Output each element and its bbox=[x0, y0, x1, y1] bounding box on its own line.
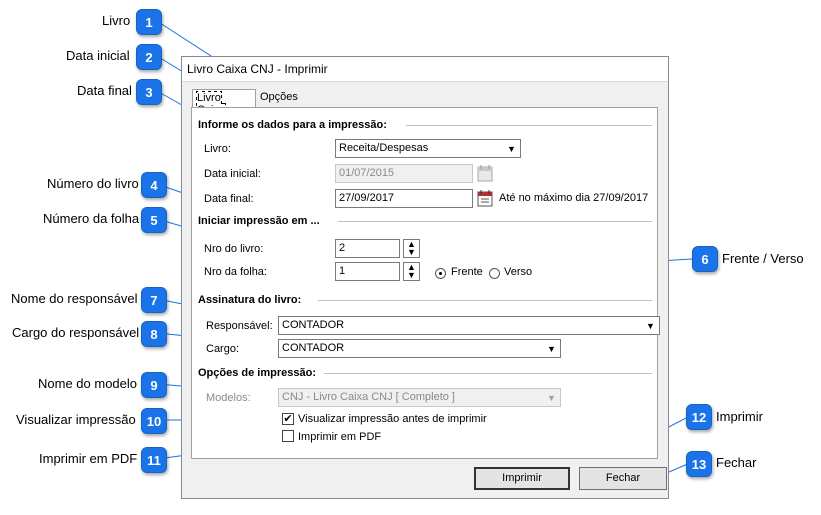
verso-label[interactable]: Verso bbox=[504, 266, 532, 278]
data-inicial-field[interactable]: 01/07/2015 bbox=[335, 164, 473, 183]
callout-badge-1: 1 bbox=[136, 9, 162, 35]
nro-folha-stepper[interactable]: ▲ ▼ bbox=[403, 262, 420, 281]
data-final-field[interactable]: 27/09/2017 bbox=[335, 189, 473, 208]
nro-livro-field[interactable]: 2 bbox=[335, 239, 400, 258]
callout-label-data-final: Data final bbox=[77, 83, 132, 98]
section-divider bbox=[324, 373, 652, 375]
data-final-label: Data final: bbox=[204, 193, 254, 205]
window-title: Livro Caixa CNJ - Imprimir bbox=[187, 62, 328, 76]
section-heading-assinatura: Assinatura do livro: bbox=[198, 294, 302, 306]
cargo-select[interactable]: CONTADOR ▼ bbox=[278, 339, 561, 358]
callout-badge-5: 5 bbox=[141, 207, 167, 233]
callout-label-visualizar-impressao: Visualizar impressão bbox=[16, 412, 136, 427]
callout-badge-13: 13 bbox=[686, 451, 712, 477]
title-bar[interactable]: Livro Caixa CNJ - Imprimir bbox=[182, 57, 668, 82]
modelos-select[interactable]: CNJ - Livro Caixa CNJ [ Completo ] ▼ bbox=[278, 388, 561, 407]
tab-panel: Informe os dados para a impressão: Livro… bbox=[191, 107, 660, 459]
frente-label[interactable]: Frente bbox=[451, 266, 483, 278]
chevron-down-icon[interactable]: ▼ bbox=[543, 340, 560, 357]
chevron-down-icon[interactable]: ▼ bbox=[543, 389, 560, 406]
callout-badge-7: 7 bbox=[141, 287, 167, 313]
responsavel-select[interactable]: CONTADOR ▼ bbox=[278, 316, 660, 335]
callout-label-imprimir: Imprimir bbox=[716, 409, 763, 424]
callout-badge-4: 4 bbox=[141, 172, 167, 198]
livro-label: Livro: bbox=[204, 143, 231, 155]
callout-label-nome-responsavel: Nome do responsável bbox=[11, 291, 138, 306]
nro-livro-stepper[interactable]: ▲ ▼ bbox=[403, 239, 420, 258]
section-heading-dados: Informe os dados para a impressão: bbox=[198, 119, 387, 131]
chevron-down-icon[interactable]: ▼ bbox=[642, 317, 659, 334]
visualizar-label[interactable]: Visualizar impressão antes de imprimir bbox=[298, 413, 487, 425]
nro-folha-label: Nro da folha: bbox=[204, 266, 267, 278]
tab-livro-caixa[interactable]: Livro Caixa bbox=[192, 89, 256, 117]
callout-label-livro: Livro bbox=[102, 13, 131, 28]
data-inicial-label: Data inicial: bbox=[204, 168, 261, 180]
cargo-label: Cargo: bbox=[206, 343, 240, 355]
callout-label-numero-livro: Número do livro bbox=[47, 176, 139, 191]
callout-label-fechar: Fechar bbox=[716, 455, 757, 470]
section-divider bbox=[318, 300, 652, 302]
callout-badge-9: 9 bbox=[141, 372, 167, 398]
section-heading-opcoes: Opções de impressão: bbox=[198, 367, 316, 379]
callout-label-frente-verso: Frente / Verso bbox=[722, 251, 804, 266]
callout-badge-6: 6 bbox=[692, 246, 718, 272]
callout-badge-3: 3 bbox=[136, 79, 162, 105]
callout-badge-2: 2 bbox=[136, 44, 162, 70]
verso-radio[interactable] bbox=[489, 268, 500, 279]
data-final-hint: Até no máximo dia 27/09/2017 bbox=[499, 192, 649, 204]
section-divider bbox=[406, 125, 652, 127]
nro-folha-field[interactable]: 1 bbox=[335, 262, 400, 281]
callout-badge-11: 11 bbox=[141, 447, 167, 473]
callout-badge-10: 10 bbox=[141, 408, 167, 434]
visualizar-checkbox[interactable]: ✔ bbox=[282, 413, 294, 425]
callout-badge-12: 12 bbox=[686, 404, 712, 430]
callout-badge-8: 8 bbox=[141, 321, 167, 347]
callout-label-imprimir-pdf: Imprimir em PDF bbox=[39, 451, 138, 466]
livro-select[interactable]: Receita/Despesas ▼ bbox=[335, 139, 521, 158]
callout-label-cargo-responsavel: Cargo do responsável bbox=[12, 325, 140, 340]
callout-label-data-inicial: Data inicial bbox=[66, 48, 130, 63]
callout-label-numero-folha: Número da folha bbox=[43, 211, 140, 226]
responsavel-label: Responsável: bbox=[206, 320, 273, 332]
tab-opcoes[interactable]: Opções bbox=[256, 89, 306, 107]
section-heading-iniciar: Iniciar impressão em ... bbox=[198, 215, 320, 227]
frente-radio[interactable] bbox=[435, 268, 446, 279]
print-dialog-window: Livro Caixa CNJ - Imprimir Livro Caixa O… bbox=[181, 56, 669, 499]
imprimir-button[interactable]: Imprimir bbox=[474, 467, 570, 490]
pdf-label[interactable]: Imprimir em PDF bbox=[298, 431, 381, 443]
chevron-down-icon[interactable]: ▼ bbox=[503, 140, 520, 157]
calendar-icon[interactable] bbox=[476, 189, 494, 208]
calendar-icon[interactable] bbox=[476, 164, 494, 183]
fechar-button[interactable]: Fechar bbox=[579, 467, 667, 490]
nro-livro-label: Nro do livro: bbox=[204, 243, 264, 255]
callout-label-nome-modelo: Nome do modelo bbox=[38, 376, 137, 391]
section-divider bbox=[338, 221, 652, 223]
modelos-label: Modelos: bbox=[206, 392, 251, 404]
pdf-checkbox[interactable] bbox=[282, 430, 294, 442]
